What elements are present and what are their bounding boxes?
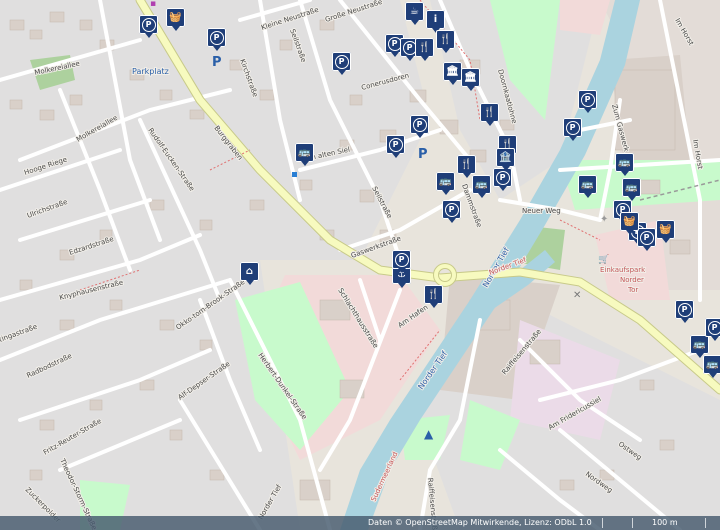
restaurant-icon[interactable]: 🍴 (480, 103, 499, 122)
bus-icon[interactable]: 🚌 (578, 175, 597, 194)
parking-marker[interactable]: P (493, 168, 512, 191)
parking-icon[interactable]: P (675, 300, 694, 319)
label-einkaufspark-line1: Einkaufspark (600, 266, 646, 274)
scale-bar-left (632, 518, 633, 528)
shopping-basket-icon[interactable]: 🧺 (166, 8, 185, 27)
bus-icon[interactable]: 🚌 (615, 153, 634, 172)
cafe-marker[interactable]: ☕ (405, 2, 424, 25)
shopping-basket-marker[interactable]: 🧺 (620, 212, 639, 235)
parking-marker[interactable]: P (207, 28, 226, 51)
parking-icon[interactable]: P (705, 318, 720, 337)
cafe-icon[interactable]: ☕ (405, 2, 424, 21)
label-neuer-weg: Neuer Weg (522, 207, 561, 215)
restaurant-icon[interactable]: 🍴 (457, 155, 476, 174)
tower-icon: ✦ (600, 214, 608, 225)
shopping-basket-marker[interactable]: 🧺 (656, 220, 675, 243)
windmill-icon: ✕ (573, 290, 581, 301)
parking-icon[interactable]: P (637, 228, 656, 247)
home-icon[interactable]: ⌂ (240, 262, 259, 281)
parking-icon[interactable]: P (332, 52, 351, 71)
shopping-basket-icon[interactable]: 🧺 (656, 220, 675, 239)
parking-marker[interactable]: P (563, 118, 582, 141)
parking-marker[interactable]: P (139, 15, 158, 38)
bus-icon[interactable]: 🚌 (622, 178, 641, 197)
parking-marker[interactable]: P (392, 250, 411, 273)
parking-icon[interactable]: P (578, 90, 597, 109)
bus-icon[interactable]: 🚌 (703, 355, 720, 374)
parking-marker[interactable]: P (332, 52, 351, 75)
parking-marker[interactable]: P (410, 115, 429, 138)
parking-marker[interactable]: P (386, 135, 405, 158)
bus-marker[interactable]: 🚌 (622, 178, 641, 201)
parking-symbol[interactable]: P (212, 55, 222, 70)
attribution-separator (602, 518, 603, 528)
label-einkaufspark-line3: Tor (627, 286, 638, 294)
shop-cart-icon[interactable]: 🛒 (598, 253, 609, 265)
parking-icon[interactable]: P (207, 28, 226, 47)
parking-icon[interactable]: P (410, 115, 429, 134)
label-einkaufspark-line2: Norder (620, 276, 644, 284)
museum-icon[interactable]: 🏛 (461, 68, 480, 87)
parking-symbol-2[interactable]: P (418, 147, 428, 162)
parking-marker[interactable]: P (675, 300, 694, 323)
restaurant-marker[interactable]: 🍴 (424, 285, 443, 308)
parking-marker[interactable]: P (578, 90, 597, 113)
restaurant-icon[interactable]: 🍴 (415, 38, 434, 57)
restaurant-icon[interactable]: 🍴 (424, 285, 443, 304)
scale-bar-right (705, 518, 706, 528)
restaurant-marker[interactable]: 🍴 (436, 30, 455, 53)
restaurant-marker[interactable]: 🍴 (415, 38, 434, 61)
map-canvas[interactable]: Molkereiallee Molkereiallee Hooge Riege … (0, 0, 720, 530)
bus-icon[interactable]: 🚌 (295, 143, 314, 162)
bank-icon[interactable]: 🏦 (496, 148, 515, 167)
bus-marker[interactable]: 🚌 (436, 172, 455, 195)
home-marker[interactable]: ⌂ (240, 262, 259, 285)
attribution-text[interactable]: Daten © OpenStreetMap Mitwirkende, Lizen… (368, 518, 592, 527)
parking-icon[interactable]: P (442, 200, 461, 219)
info-icon[interactable]: i (426, 10, 445, 29)
bank-marker[interactable]: 🏦 (496, 148, 515, 171)
info-marker[interactable]: i (426, 10, 445, 33)
restaurant-marker[interactable]: 🍴 (480, 103, 499, 126)
bus-marker[interactable]: 🚌 (703, 355, 720, 378)
bus-marker[interactable]: 🚌 (295, 143, 314, 166)
museum-marker[interactable]: 🏛 (461, 68, 480, 91)
shopping-basket-icon[interactable]: 🧺 (620, 212, 639, 231)
bus-stop-symbol[interactable] (292, 172, 297, 177)
parking-marker[interactable]: P (442, 200, 461, 223)
scale-label: 100 m (652, 518, 678, 527)
parking-icon[interactable]: P (563, 118, 582, 137)
parking-icon[interactable]: P (386, 135, 405, 154)
shop-symbol[interactable]: ▪ (150, 0, 156, 9)
bus-icon[interactable]: 🚌 (436, 172, 455, 191)
label-parkplatz: Parkplatz (132, 67, 169, 76)
museum-marker[interactable]: 🏛 (443, 62, 462, 85)
bus-marker[interactable]: 🚌 (472, 175, 491, 198)
campsite-icon[interactable]: ▲ (424, 427, 434, 441)
restaurant-icon[interactable]: 🍴 (436, 30, 455, 49)
bus-icon[interactable]: 🚌 (472, 175, 491, 194)
restaurant-marker[interactable]: 🍴 (457, 155, 476, 178)
bus-marker[interactable]: 🚌 (615, 153, 634, 176)
parking-marker[interactable]: P (637, 228, 656, 251)
museum-icon[interactable]: 🏛 (443, 62, 462, 81)
parking-icon[interactable]: P (139, 15, 158, 34)
bus-marker[interactable]: 🚌 (578, 175, 597, 198)
parking-icon[interactable]: P (392, 250, 411, 269)
shopping-basket-marker[interactable]: 🧺 (166, 8, 185, 31)
parking-marker[interactable]: P (705, 318, 720, 341)
attribution-bar: Daten © OpenStreetMap Mitwirkende, Lizen… (0, 516, 720, 530)
